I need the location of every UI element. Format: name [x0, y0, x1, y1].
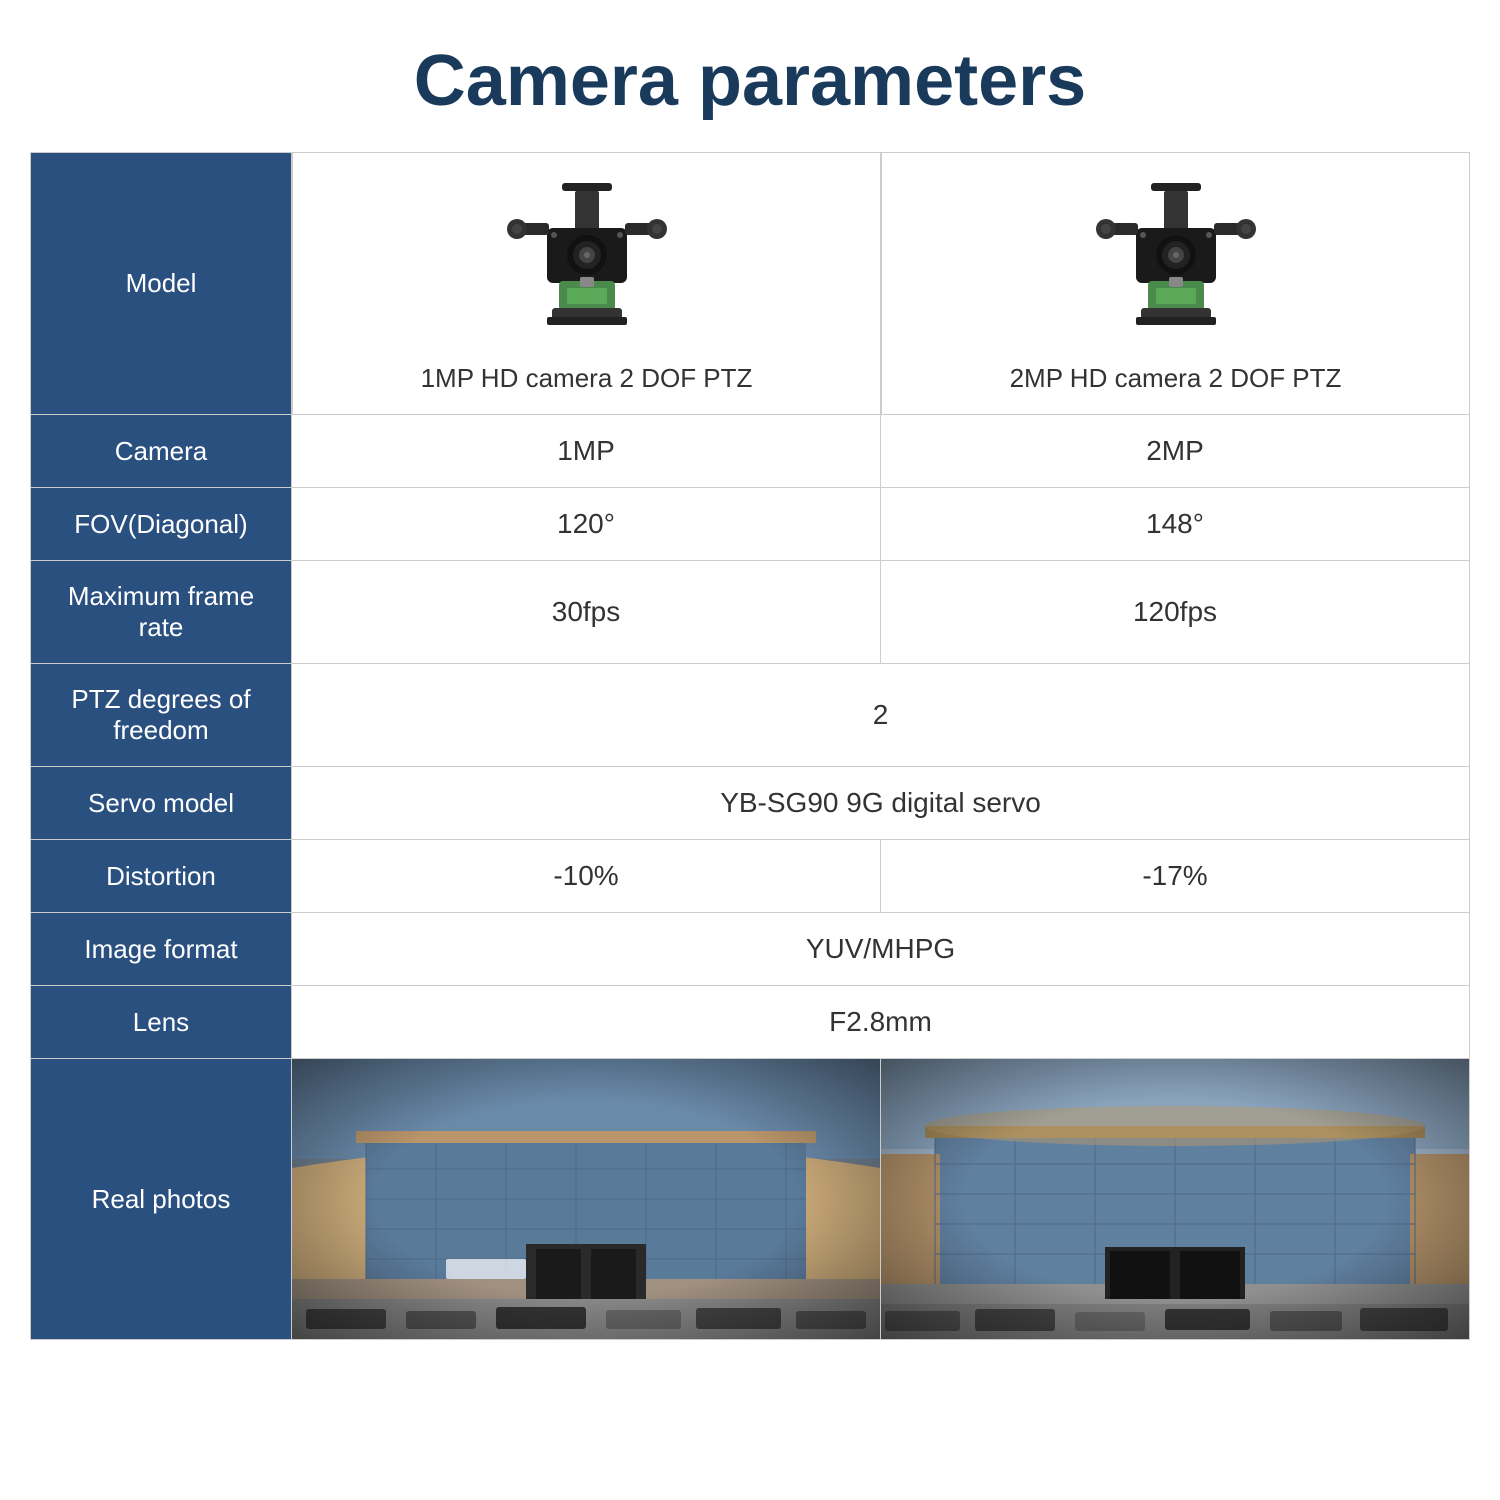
building-photo-1: [292, 1059, 880, 1339]
photo-1: [292, 1059, 881, 1339]
row-label-camera: Camera: [31, 415, 291, 487]
fov-val-1: 120°: [292, 488, 881, 560]
table-row-lens: Lens F2.8mm: [31, 986, 1469, 1059]
distortion-values: -10% -17%: [291, 840, 1469, 912]
row-label-distortion: Distortion: [31, 840, 291, 912]
row-label-servo: Servo model: [31, 767, 291, 839]
camera-values: 1MP 2MP: [291, 415, 1469, 487]
table-row-distortion: Distortion -10% -17%: [31, 840, 1469, 913]
camera-val-2: 2MP: [881, 415, 1469, 487]
model-values: 1MP HD camera 2 DOF PTZ: [291, 153, 1469, 414]
distortion-val-1: -10%: [292, 840, 881, 912]
table-row-imageformat: Image format YUV/MHPG: [31, 913, 1469, 986]
page-title: Camera parameters: [0, 0, 1500, 152]
imageformat-value: YUV/MHPG: [291, 913, 1469, 985]
table-row-framerate: Maximum frame rate 30fps 120fps: [31, 561, 1469, 664]
ptz-value: 2: [291, 664, 1469, 766]
framerate-val-1: 30fps: [292, 561, 881, 663]
model-col-2: 2MP HD camera 2 DOF PTZ: [881, 153, 1469, 414]
fov-values: 120° 148°: [291, 488, 1469, 560]
table-row-fov: FOV(Diagonal) 120° 148°: [31, 488, 1469, 561]
framerate-val-2: 120fps: [881, 561, 1469, 663]
row-label-imageformat: Image format: [31, 913, 291, 985]
row-label-photos: Real photos: [31, 1059, 291, 1339]
model-col-1: 1MP HD camera 2 DOF PTZ: [292, 153, 881, 414]
fov-val-2: 148°: [881, 488, 1469, 560]
camera-image-1: [487, 173, 687, 353]
row-label-ptz: PTZ degrees of freedom: [31, 664, 291, 766]
parameters-table: Model: [30, 152, 1470, 1340]
building-photo-2: [881, 1059, 1469, 1339]
servo-value: YB-SG90 9G digital servo: [291, 767, 1469, 839]
table-row-ptz: PTZ degrees of freedom 2: [31, 664, 1469, 767]
table-row: Model: [31, 153, 1469, 415]
camera-image-2: [1076, 173, 1276, 353]
lens-value: F2.8mm: [291, 986, 1469, 1058]
camera-val-1: 1MP: [292, 415, 881, 487]
table-row-servo: Servo model YB-SG90 9G digital servo: [31, 767, 1469, 840]
framerate-values: 30fps 120fps: [291, 561, 1469, 663]
table-row-photos: Real photos: [31, 1059, 1469, 1339]
photo-values: [291, 1059, 1469, 1339]
table-row-camera: Camera 1MP 2MP: [31, 415, 1469, 488]
row-label-lens: Lens: [31, 986, 291, 1058]
row-label-framerate: Maximum frame rate: [31, 561, 291, 663]
photo-2: [881, 1059, 1469, 1339]
row-label-fov: FOV(Diagonal): [31, 488, 291, 560]
model-name-1: 1MP HD camera 2 DOF PTZ: [421, 363, 753, 394]
model-name-2: 2MP HD camera 2 DOF PTZ: [1010, 363, 1342, 394]
distortion-val-2: -17%: [881, 840, 1469, 912]
row-label-model: Model: [31, 153, 291, 414]
